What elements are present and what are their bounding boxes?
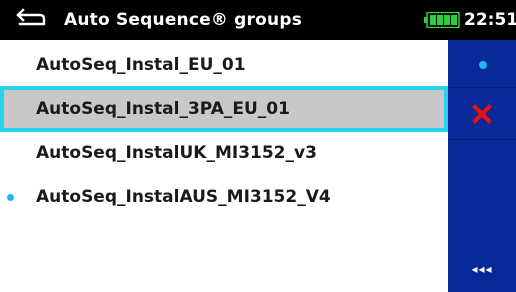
more-options-button[interactable]: ◂◂◂: [448, 262, 516, 276]
clock-time: 22:51: [464, 10, 516, 30]
list-item-label: AutoSeq_Instal_EU_01: [36, 55, 246, 75]
more-options-icon: ◂◂◂: [471, 262, 493, 276]
list-item-label: AutoSeq_InstalUK_MI3152_v3: [36, 143, 317, 163]
page-title: Auto Sequence® groups: [64, 10, 303, 30]
sequence-group-list: AutoSeq_Instal_EU_01 AutoSeq_Instal_3PA_…: [0, 40, 448, 292]
screen: Auto Sequence® groups 22:51 AutoSeq_Inst…: [0, 0, 516, 292]
set-active-button[interactable]: [448, 40, 516, 88]
delete-button[interactable]: [448, 88, 516, 140]
list-item[interactable]: AutoSeq_Instal_EU_01: [0, 42, 448, 88]
list-item-label: AutoSeq_InstalAUS_MI3152_V4: [36, 187, 331, 207]
list-item-label: AutoSeq_Instal_3PA_EU_01: [36, 99, 290, 119]
active-group-dot-icon: [7, 194, 14, 201]
list-item[interactable]: AutoSeq_InstalAUS_MI3152_V4: [0, 174, 448, 220]
battery-full-icon: [424, 12, 460, 28]
header-bar: Auto Sequence® groups 22:51: [0, 0, 516, 40]
list-item[interactable]: AutoSeq_InstalUK_MI3152_v3: [0, 130, 448, 176]
back-arrow-icon[interactable]: [14, 8, 48, 30]
delete-x-icon: [472, 104, 492, 124]
set-active-dot-icon: [479, 61, 487, 69]
sidebar-action-bar: ◂◂◂: [448, 40, 516, 292]
list-item-selected[interactable]: AutoSeq_Instal_3PA_EU_01: [0, 86, 448, 132]
